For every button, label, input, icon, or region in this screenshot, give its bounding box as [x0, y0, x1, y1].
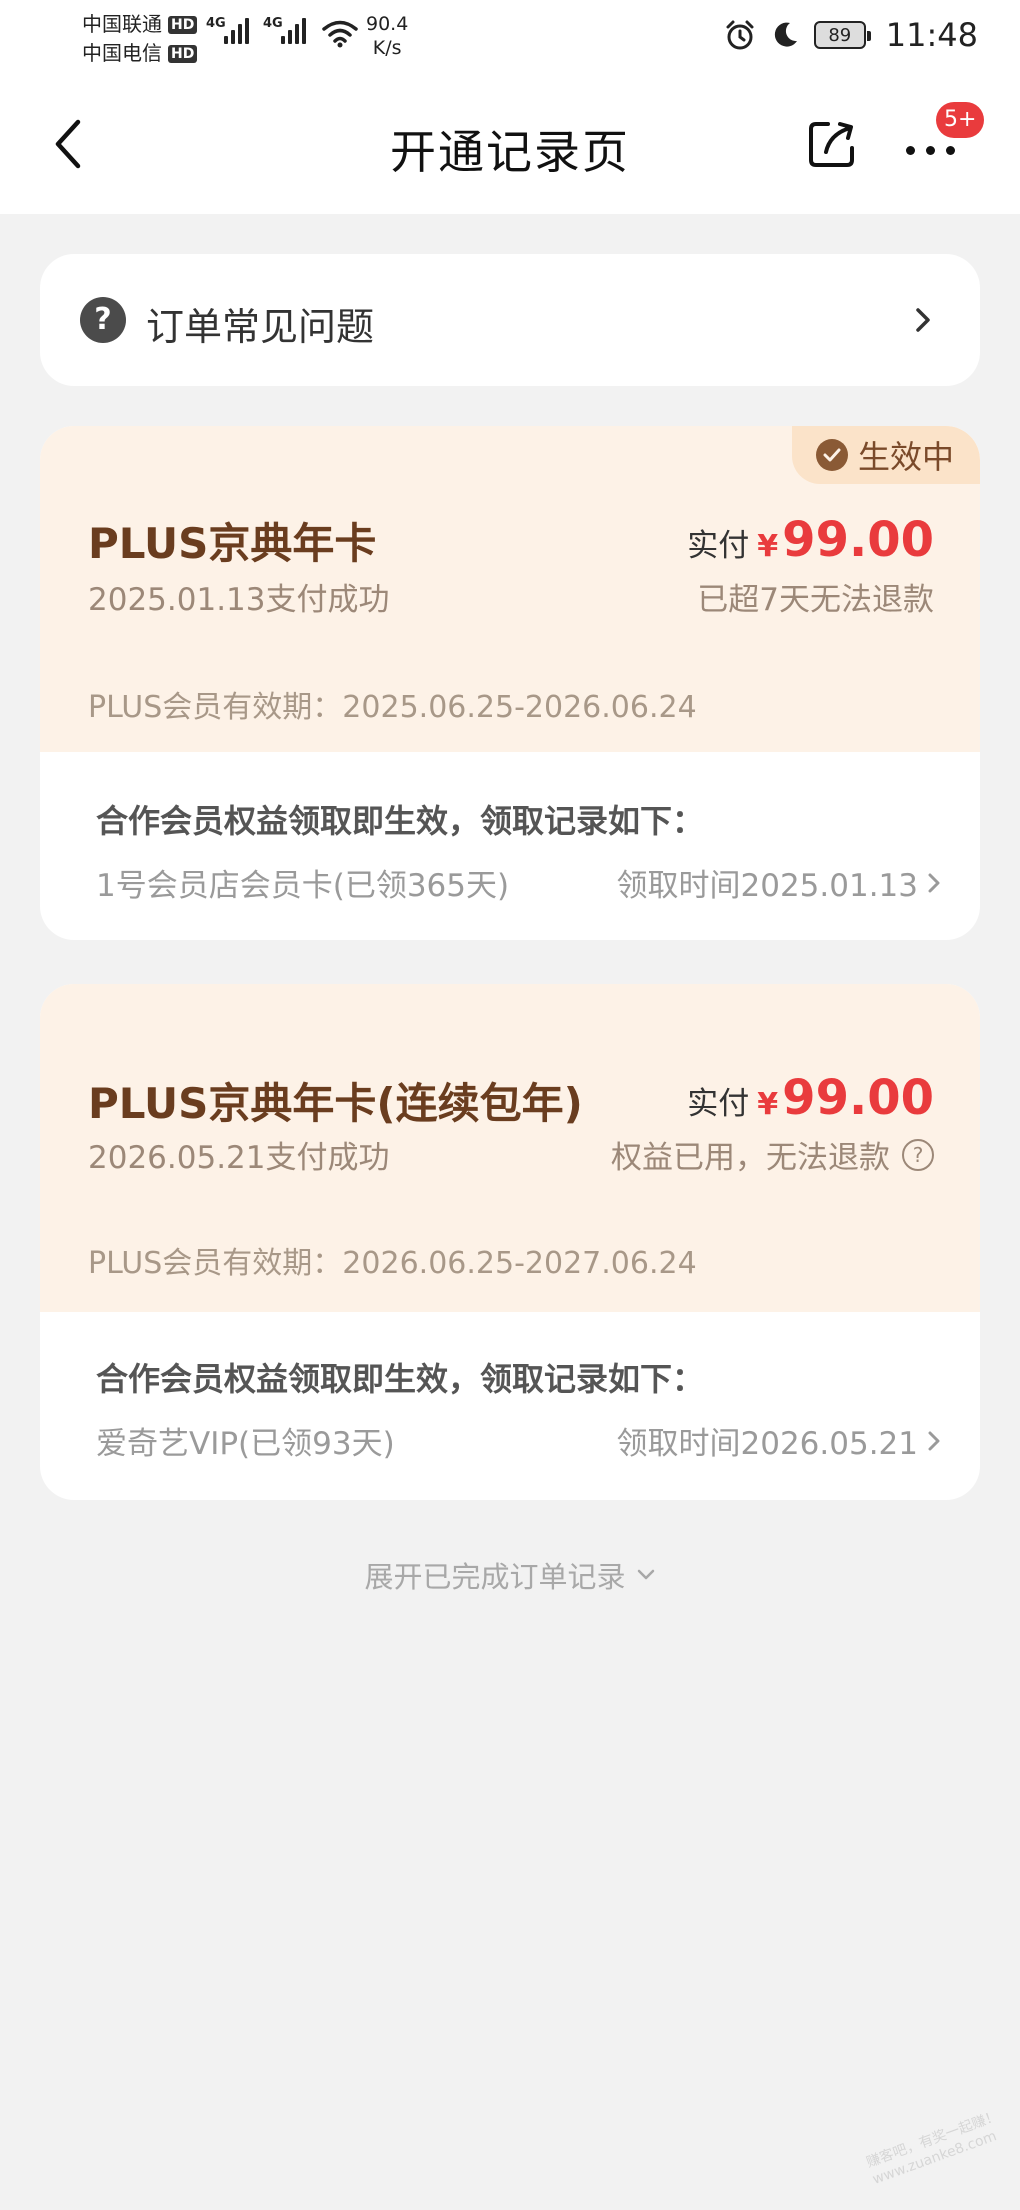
chevron-down-icon	[637, 1569, 654, 1580]
chevron-right-icon	[928, 873, 940, 892]
more-dots-icon	[906, 146, 915, 155]
alarm-icon	[726, 20, 754, 50]
hd-badge: HD	[168, 15, 198, 34]
net-type-label: 4G	[263, 16, 283, 31]
faq-label: 订单常见问题	[146, 305, 375, 349]
benefit-title: 合作会员权益领取即生效，领取记录如下：	[96, 802, 705, 840]
benefit-name: 爱奇艺VIP(已领93天)	[96, 1426, 395, 1462]
status-right-group: 89 11:48	[724, 16, 978, 54]
more-dots-icon	[946, 146, 955, 155]
price-amount: 99.00	[782, 512, 934, 568]
nav-bar: 开通记录页 5+	[0, 76, 1020, 214]
notification-badge: 5+	[936, 102, 985, 138]
network-speed-value: 90.4	[366, 13, 409, 35]
share-icon	[809, 122, 854, 167]
help-icon[interactable]: ?	[902, 1138, 934, 1171]
signal-indicators: 4G 4G	[206, 16, 306, 44]
order-card: 生效中 PLUS京典年卡 2025.01.13支付成功 实付 ¥ 99.00 已…	[40, 426, 980, 940]
battery-icon: 89	[813, 21, 871, 49]
benefit-record-link[interactable]: 领取时间2025.01.13	[617, 860, 941, 905]
refund-note-text: 已超7天无法退款	[697, 582, 934, 618]
product-name: PLUS京典年卡(连续包年)	[88, 1079, 583, 1128]
signal-icon: 4G	[263, 16, 306, 44]
share-button[interactable]	[806, 118, 858, 174]
faq-entry[interactable]: ? 订单常见问题	[40, 254, 980, 386]
currency-symbol: ¥	[757, 529, 779, 564]
currency-symbol: ¥	[757, 1087, 779, 1122]
expand-completed-orders[interactable]: 展开已完成订单记录	[0, 1554, 1020, 1596]
status-label: 生效中	[857, 438, 954, 476]
validity-period: PLUS会员有效期：2025.06.25-2026.06.24	[88, 690, 697, 725]
check-icon	[815, 439, 848, 471]
validity-period: PLUS会员有效期：2026.06.25-2027.06.24	[88, 1246, 697, 1281]
carrier-info: 中国联通 HD 中国电信 HD	[82, 10, 198, 68]
signal-icon: 4G	[206, 16, 249, 44]
chevron-right-icon	[916, 308, 930, 332]
refund-note: 权益已用，无法退款 ?	[611, 1132, 934, 1177]
question-icon: ?	[80, 297, 126, 343]
clock-time: 11:48	[885, 16, 978, 54]
price-prefix: 实付	[687, 1086, 750, 1122]
page-title: 开通记录页	[390, 125, 630, 179]
benefit-title: 合作会员权益领取即生效，领取记录如下：	[96, 1360, 705, 1398]
product-name: PLUS京典年卡	[88, 519, 377, 568]
expand-label: 展开已完成订单记录	[364, 1560, 626, 1594]
wifi-icon	[322, 20, 358, 48]
watermark: 赚客吧，有奖一起赚！ www.zuanke8.com	[864, 2107, 1008, 2189]
order-summary: PLUS京典年卡(连续包年) 2026.05.21支付成功 实付 ¥ 99.00…	[40, 984, 980, 1312]
benefit-time-text: 领取时间2026.05.21	[616, 1426, 919, 1462]
benefit-name: 1号会员店会员卡(已领365天)	[96, 868, 510, 904]
network-speed: 90.4 K/s	[366, 12, 408, 60]
price-prefix: 实付	[687, 528, 750, 564]
net-type-label: 4G	[206, 16, 226, 31]
carrier-1-label: 中国联通	[82, 12, 162, 36]
chevron-right-icon	[928, 1431, 940, 1450]
hd-badge: HD	[168, 44, 198, 63]
network-speed-unit: K/s	[372, 37, 402, 59]
price-amount: 99.00	[782, 1070, 934, 1126]
status-bar: 中国联通 HD 中国电信 HD 4G 4G 90.4 K/s 89 11:48	[0, 0, 1020, 76]
price-line: 实付 ¥ 99.00	[687, 1070, 934, 1126]
refund-note: 已超7天无法退款	[697, 574, 934, 619]
price-line: 实付 ¥ 99.00	[687, 512, 934, 568]
payment-date: 2026.05.21支付成功	[88, 1140, 390, 1176]
moon-icon	[774, 22, 797, 47]
carrier-2-label: 中国电信	[82, 41, 162, 65]
more-dots-icon	[926, 146, 935, 155]
payment-date: 2025.01.13支付成功	[88, 582, 390, 618]
benefit-record-link[interactable]: 领取时间2026.05.21	[617, 1418, 941, 1463]
status-badge: 生效中	[791, 426, 980, 484]
benefit-time-text: 领取时间2025.01.13	[616, 868, 919, 904]
battery-level: 89	[828, 24, 852, 46]
order-summary: 生效中 PLUS京典年卡 2025.01.13支付成功 实付 ¥ 99.00 已…	[40, 426, 980, 752]
refund-note-text: 权益已用，无法退款	[611, 1140, 890, 1176]
order-card: PLUS京典年卡(连续包年) 2026.05.21支付成功 实付 ¥ 99.00…	[40, 984, 980, 1500]
